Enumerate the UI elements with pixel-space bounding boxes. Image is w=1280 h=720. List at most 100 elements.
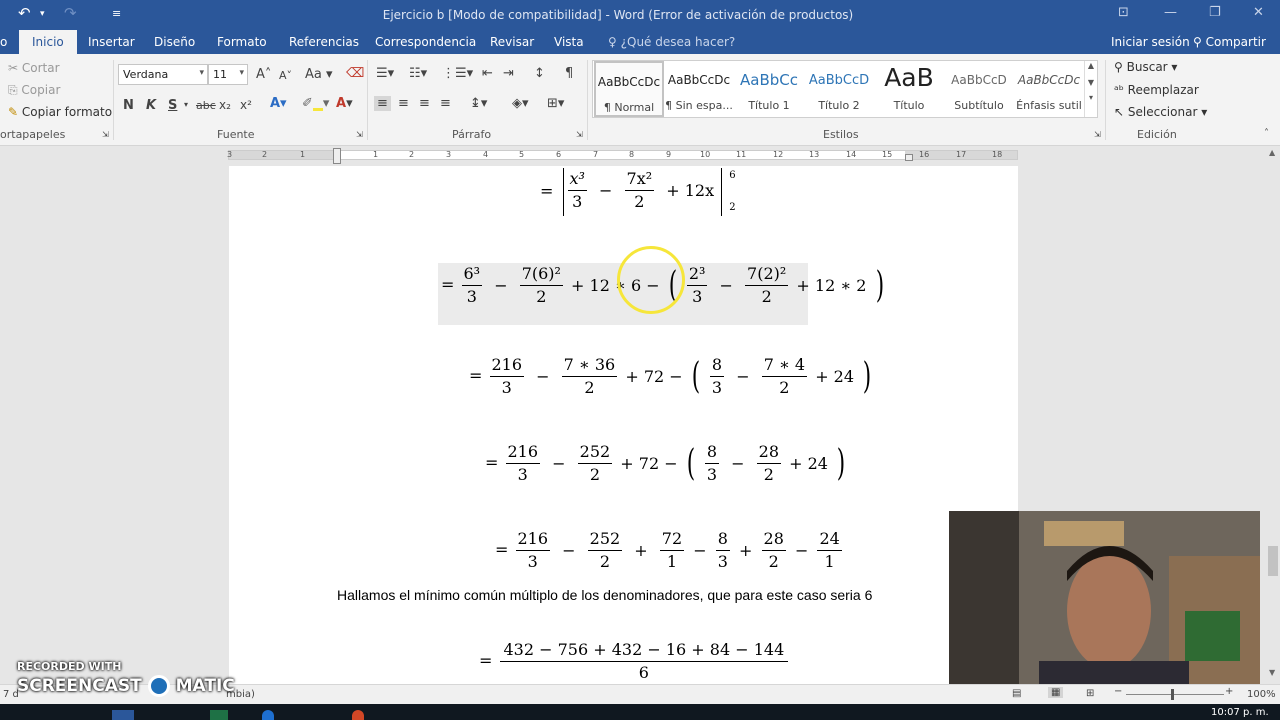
document-page[interactable]: = x³ 3 − 7x² 2 + 12x 62 = 6³ 3 − 7(6)² 2 + 1… [229,166,1018,686]
edge-taskbar-icon[interactable] [262,710,274,720]
clipboard-launcher-icon[interactable]: ⇲ [102,130,109,139]
style-title[interactable]: AaB Título [874,61,944,117]
font-size-select[interactable]: 11 ▾ [208,64,248,85]
minimize-icon[interactable]: — [1164,5,1177,20]
read-mode-icon[interactable]: ▤ [1012,688,1021,699]
styles-launcher-icon[interactable]: ⇲ [1094,130,1101,139]
decrease-indent-icon[interactable]: ⇤ [482,66,493,81]
underline-button[interactable]: S [168,98,177,113]
font-name-value: Verdana [123,68,169,81]
tab-insertar[interactable]: Insertar [88,35,135,49]
replace-button[interactable]: ᵃᵇ Reemplazar [1114,83,1199,97]
align-left-icon[interactable]: ≡ [374,96,391,111]
find-button[interactable]: ⚲ Buscar ▾ [1114,60,1177,74]
indent-marker[interactable] [333,148,341,164]
tab-revisar[interactable]: Revisar [490,35,534,49]
italic-button[interactable]: K [146,98,156,113]
denominator: 3 [517,465,528,484]
ribbon-display-icon[interactable]: ⊡ [1118,5,1129,20]
scroll-thumb[interactable] [1268,546,1278,576]
paragraph-launcher-icon[interactable]: ⇲ [576,130,583,139]
zoom-slider-thumb[interactable] [1171,689,1174,700]
style-subtle-emphasis[interactable]: AaBbCcDc Énfasis sutil [1014,61,1084,117]
tab-formato[interactable]: Formato [217,35,267,49]
highlight-color-icon[interactable]: ✐ ▾ [302,96,329,111]
app-taskbar-icon[interactable] [352,710,364,720]
select-button[interactable]: ↖ Seleccionar ▾ [1114,105,1207,119]
style-heading2[interactable]: AaBbCcD Título 2 [804,61,874,117]
numbering-icon[interactable]: ☷▾ [409,66,427,81]
style-normal[interactable]: AaBbCcDc ¶ Normal [594,61,664,117]
numerator: 28 [756,441,781,464]
align-right-icon[interactable]: ≡ [419,96,430,111]
tab-file[interactable]: o [0,35,7,49]
upper-limit: 6 [729,170,736,181]
show-marks-icon[interactable]: ¶ [565,66,573,81]
borders-icon[interactable]: ⊞▾ [547,96,564,111]
font-color-icon[interactable]: A▾ [336,96,353,111]
word-taskbar-icon[interactable] [112,710,134,720]
close-icon[interactable]: ✕ [1253,5,1264,20]
text-effects-icon[interactable]: A▾ [270,96,287,111]
excel-taskbar-icon[interactable] [210,710,228,720]
fraction: x³ 3 [567,168,587,213]
share-button[interactable]: ⚲ Compartir [1193,35,1266,49]
font-name-select[interactable]: Verdana ▾ [118,64,208,85]
zoom-in-icon[interactable]: + [1225,686,1233,697]
align-center-icon[interactable]: ≡ [398,96,409,111]
zoom-out-icon[interactable]: − [1114,686,1122,697]
style-preview: AaBbCcDc [667,73,731,87]
strikethrough-button[interactable]: abc [196,99,216,112]
superscript-button[interactable]: x² [240,98,252,112]
chevron-down-icon[interactable]: ▾ [184,100,188,109]
fraction: 432 − 756 + 432 − 16 + 84 − 144 6 [499,639,789,684]
tab-vista[interactable]: Vista [554,35,584,49]
sign-in-link[interactable]: Iniciar sesión [1111,35,1190,49]
numerator: 7x² [624,168,655,191]
shrink-font-button[interactable]: A˅ [279,69,292,82]
line-spacing-icon[interactable]: ↨▾ [470,96,487,111]
restore-icon[interactable]: ❐ [1209,5,1221,20]
subscript-button[interactable]: x₂ [219,98,231,112]
zoom-level[interactable]: 100% [1247,689,1276,700]
copy-label: Copiar [21,83,61,97]
zoom-slider[interactable] [1126,694,1224,695]
clock[interactable]: 10:07 p. m. [1211,707,1269,718]
bold-button[interactable]: N [123,98,134,113]
format-painter-button[interactable]: ✎ Copiar formato [8,105,112,119]
font-launcher-icon[interactable]: ⇲ [356,130,363,139]
clear-formatting-icon[interactable]: ⌫ [346,66,364,81]
bullets-icon[interactable]: ☰▾ [376,66,394,81]
styles-scroll[interactable]: ▲ ▼ ▾ [1084,61,1097,117]
sort-icon[interactable]: ↕ [534,66,545,81]
multilevel-list-icon[interactable]: ⋮☰▾ [442,66,473,81]
shading-icon[interactable]: ◈▾ [512,96,529,111]
scroll-up-icon[interactable]: ▲ [1269,148,1275,157]
increase-indent-icon[interactable]: ⇥ [503,66,514,81]
tab-diseno[interactable]: Diseño [154,35,195,49]
style-no-spacing[interactable]: AaBbCcDc ¶ Sin espa... [664,61,734,117]
print-layout-icon[interactable]: ▦ [1048,687,1064,698]
ruler-bar[interactable]: 3 2 1 1 2 3 4 5 6 7 8 9 10 11 12 13 14 1… [227,150,1018,160]
scroll-down-icon[interactable]: ▼ [1269,668,1275,677]
vertical-scrollbar[interactable]: ▲ ▼ [1266,146,1280,686]
cut-button[interactable]: ✂ Cortar [8,61,60,75]
denominator: 3 [711,378,723,397]
change-case-button[interactable]: Aa ▾ [305,67,333,82]
cursor-icon: ↖ [1114,105,1125,119]
tab-inicio[interactable]: Inicio [19,30,77,54]
collapse-ribbon-icon[interactable]: ˄ [1264,128,1269,139]
tab-correspondencia[interactable]: Correspondencia [375,35,476,49]
shrink-font-label: A [279,69,287,82]
copy-button[interactable]: ⎘ Copiar [8,83,60,98]
tell-me-box[interactable]: ♀ ¿Qué desea hacer? [608,35,735,49]
ruler-mark: 15 [882,150,893,159]
style-subtitle[interactable]: AaBbCcD Subtítulo [944,61,1014,117]
justify-icon[interactable]: ≡ [440,96,451,111]
grow-font-button[interactable]: A˄ [256,67,271,82]
web-layout-icon[interactable]: ⊞ [1086,688,1094,699]
right-indent-marker[interactable] [905,154,913,161]
style-heading1[interactable]: AaBbCc Título 1 [734,61,804,117]
tab-referencias[interactable]: Referencias [289,35,359,49]
equals-sign: = [485,453,499,472]
